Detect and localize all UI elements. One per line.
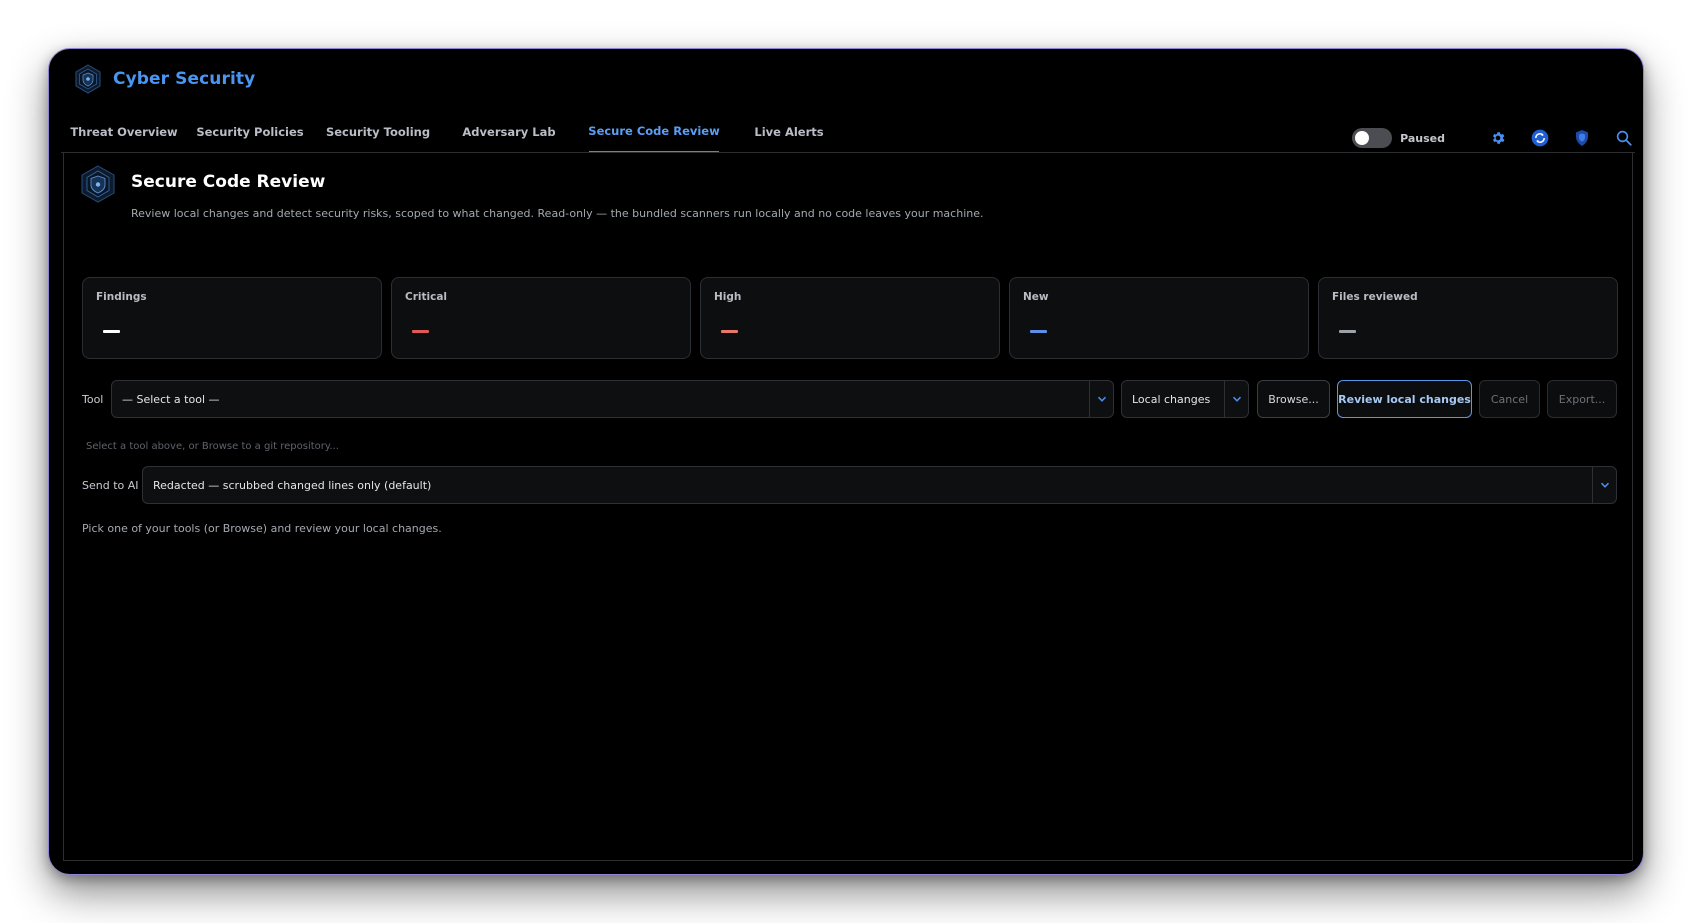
pause-toggle-label: Paused bbox=[1400, 131, 1445, 145]
app-window: Cyber Security Threat Overview Security … bbox=[48, 48, 1644, 875]
chevron-down-icon[interactable] bbox=[1089, 381, 1113, 417]
metric-value-placeholder bbox=[412, 330, 429, 333]
refresh-icon[interactable] bbox=[1529, 127, 1551, 149]
shield-logo-icon bbox=[81, 165, 115, 203]
chevron-down-icon[interactable] bbox=[1592, 467, 1616, 503]
empty-state-message: Pick one of your tools (or Browse) and r… bbox=[82, 522, 442, 535]
metric-card-high: High bbox=[700, 277, 1000, 359]
send-to-ai-select[interactable]: Redacted — scrubbed changed lines only (… bbox=[142, 466, 1617, 504]
metric-value-placeholder bbox=[103, 330, 120, 333]
shield-icon[interactable] bbox=[1571, 127, 1593, 149]
tool-row: Tool — Select a tool — Local changes Bro… bbox=[82, 380, 1619, 418]
metric-card-findings: Findings bbox=[82, 277, 382, 359]
tool-select[interactable]: — Select a tool — bbox=[111, 380, 1114, 418]
metric-card-files-reviewed: Files reviewed bbox=[1318, 277, 1618, 359]
metric-value-placeholder bbox=[1030, 330, 1047, 333]
scope-select[interactable]: Local changes bbox=[1121, 380, 1249, 418]
app-title: Cyber Security bbox=[113, 69, 256, 89]
tab-secure-code-review[interactable]: Secure Code Review bbox=[588, 111, 720, 153]
toggle-knob bbox=[1355, 131, 1370, 145]
page-subtitle: Review local changes and detect security… bbox=[131, 207, 984, 220]
review-local-changes-button[interactable]: Review local changes bbox=[1337, 380, 1472, 418]
send-to-ai-row: Send to AI Redacted — scrubbed changed l… bbox=[82, 466, 1619, 504]
tool-label: Tool bbox=[82, 392, 104, 406]
chevron-down-icon[interactable] bbox=[1224, 381, 1248, 417]
metric-value-placeholder bbox=[721, 330, 738, 333]
browse-button[interactable]: Browse... bbox=[1257, 380, 1330, 418]
metric-label: High bbox=[714, 291, 742, 303]
tab-security-tooling[interactable]: Security Tooling bbox=[323, 111, 433, 153]
metric-label: Findings bbox=[96, 291, 147, 303]
search-icon[interactable] bbox=[1613, 127, 1635, 149]
scope-select-value: Local changes bbox=[1132, 392, 1211, 406]
pause-toggle[interactable] bbox=[1352, 128, 1393, 148]
metric-label: Files reviewed bbox=[1332, 291, 1418, 303]
gear-icon[interactable] bbox=[1487, 127, 1509, 149]
shield-logo-icon bbox=[75, 64, 101, 94]
cancel-button[interactable]: Cancel bbox=[1479, 380, 1540, 418]
tab-security-policies[interactable]: Security Policies bbox=[195, 111, 305, 153]
metric-value-placeholder bbox=[1339, 330, 1356, 333]
tab-live-alerts[interactable]: Live Alerts bbox=[749, 111, 829, 153]
brand: Cyber Security bbox=[73, 62, 255, 96]
send-to-ai-select-value: Redacted — scrubbed changed lines only (… bbox=[153, 478, 432, 492]
metric-cards: Findings Critical High New Files reviewe… bbox=[82, 277, 1619, 359]
content-panel bbox=[63, 153, 1633, 861]
metric-label: Critical bbox=[405, 291, 448, 303]
tool-select-value: — Select a tool — bbox=[122, 392, 220, 406]
metric-card-new: New bbox=[1009, 277, 1309, 359]
export-button[interactable]: Export... bbox=[1547, 380, 1617, 418]
tab-threat-overview[interactable]: Threat Overview bbox=[70, 111, 177, 153]
send-to-ai-label: Send to AI bbox=[82, 478, 139, 492]
tab-adversary-lab[interactable]: Adversary Lab bbox=[459, 111, 559, 153]
tool-hint: Select a tool above, or Browse to a git … bbox=[86, 441, 339, 452]
toolbar-right: Paused bbox=[1352, 123, 1635, 153]
page-title: Secure Code Review bbox=[131, 172, 326, 192]
metric-card-critical: Critical bbox=[391, 277, 691, 359]
metric-label: New bbox=[1023, 291, 1049, 303]
